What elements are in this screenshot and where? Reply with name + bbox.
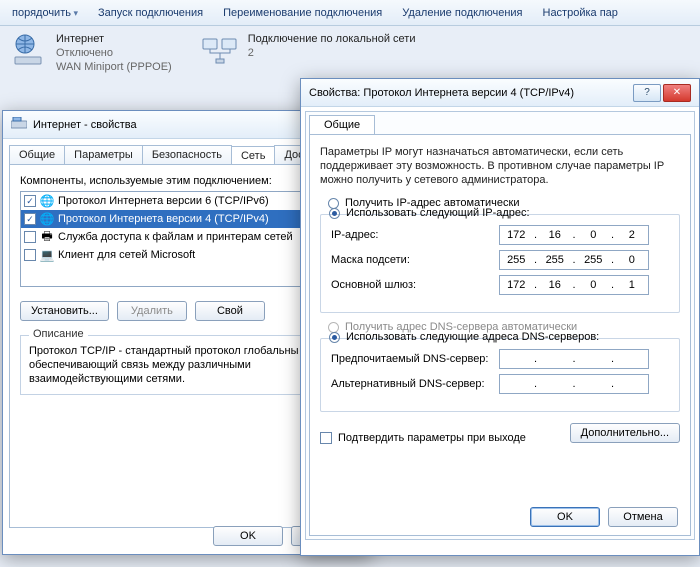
checkbox[interactable] xyxy=(24,249,36,261)
manual-dns-group: Использовать следующие адреса DNS-сервер… xyxy=(320,338,680,412)
manual-ip-group: Использовать следующий IP-адрес: IP-адре… xyxy=(320,214,680,313)
checkbox[interactable]: ✓ xyxy=(24,213,36,225)
radio-manual-ip[interactable]: Использовать следующий IP-адрес: xyxy=(329,207,669,219)
octet[interactable]: 255 xyxy=(502,254,530,266)
validate-on-exit[interactable]: Подтвердить параметры при выходе xyxy=(320,432,526,444)
radio-icon xyxy=(329,332,340,343)
radio-label: Использовать следующий IP-адрес: xyxy=(346,207,530,219)
tab-options[interactable]: Параметры xyxy=(64,145,143,164)
toolbar: порядочить Запуск подключения Переименов… xyxy=(0,0,700,26)
checkbox[interactable] xyxy=(24,231,36,243)
radio-label: Использовать следующие адреса DNS-сервер… xyxy=(346,331,599,343)
octet[interactable]: 0 xyxy=(618,254,646,266)
advanced-button[interactable]: Дополнительно... xyxy=(570,423,680,443)
remove-button: Удалить xyxy=(117,301,187,321)
octet[interactable]: 0 xyxy=(579,279,607,291)
checkbox[interactable] xyxy=(320,432,332,444)
globe-modem-icon xyxy=(10,32,46,68)
octet[interactable]: 255 xyxy=(579,254,607,266)
connection-internet[interactable]: Интернет Отключено WAN Miniport (PPPOE) xyxy=(10,32,172,90)
menu-configure[interactable]: Настройка пар xyxy=(535,7,626,19)
tab-general[interactable]: Общие xyxy=(9,145,65,164)
checkbox[interactable]: ✓ xyxy=(24,195,36,207)
connection-status: Отключено xyxy=(56,46,172,60)
component-properties-button[interactable]: Свой xyxy=(195,301,265,321)
connection-title: Подключение по локальной сети xyxy=(248,32,416,46)
checkbox-label: Подтвердить параметры при выходе xyxy=(338,432,526,444)
sharing-icon: 🖶 xyxy=(40,230,54,244)
connection-device: WAN Miniport (PPPOE) xyxy=(56,60,172,74)
connection-text: Подключение по локальной сети 2 xyxy=(248,32,416,60)
client-icon: 💻 xyxy=(40,248,54,262)
modem-icon xyxy=(11,117,27,132)
octet[interactable]: 172 xyxy=(502,229,530,241)
octet[interactable]: 16 xyxy=(541,229,569,241)
titlebar[interactable]: Свойства: Протокол Интернета версии 4 (T… xyxy=(301,79,699,107)
octet[interactable]: 255 xyxy=(541,254,569,266)
gateway-label: Основной шлюз: xyxy=(331,279,491,291)
connection-text: Интернет Отключено WAN Miniport (PPPOE) xyxy=(56,32,172,74)
close-button[interactable]: ✕ xyxy=(663,84,691,102)
protocol-icon: 🌐 xyxy=(40,212,54,226)
connection-status: 2 xyxy=(248,46,416,60)
menu-rename-connection[interactable]: Переименование подключения xyxy=(215,7,390,19)
protocol-icon: 🌐 xyxy=(40,194,54,208)
list-item-label: Протокол Интернета версии 6 (TCP/IPv6) xyxy=(58,195,269,207)
octet[interactable]: 2 xyxy=(618,229,646,241)
octet[interactable]: 172 xyxy=(502,279,530,291)
ok-button[interactable]: OK xyxy=(530,507,600,527)
description-text: Параметры IP могут назначаться автоматич… xyxy=(320,145,680,187)
install-button[interactable]: Установить... xyxy=(20,301,109,321)
alternate-dns-field[interactable]: . . . xyxy=(499,374,649,394)
tab-security[interactable]: Безопасность xyxy=(142,145,232,164)
ip-body: Параметры IP могут назначаться автоматич… xyxy=(309,134,691,536)
cancel-button[interactable]: Отмена xyxy=(608,507,678,527)
radio-manual-dns[interactable]: Использовать следующие адреса DNS-сервер… xyxy=(329,331,669,343)
preferred-dns-label: Предпочитаемый DNS-сервер: xyxy=(331,353,491,365)
ip-address-field[interactable]: 172. 16. 0. 2 xyxy=(499,225,649,245)
preferred-dns-field[interactable]: . . . xyxy=(499,349,649,369)
tab-general[interactable]: Общие xyxy=(309,115,375,134)
connection-title: Интернет xyxy=(56,32,172,46)
help-button[interactable]: ? xyxy=(633,84,661,102)
gateway-field[interactable]: 172. 16. 0. 1 xyxy=(499,275,649,295)
menu-start-connection[interactable]: Запуск подключения xyxy=(90,7,211,19)
ip-address-label: IP-адрес: xyxy=(331,229,491,241)
octet[interactable]: 16 xyxy=(541,279,569,291)
list-item-label: Служба доступа к файлам и принтерам сете… xyxy=(58,231,293,243)
alternate-dns-label: Альтернативный DNS-сервер: xyxy=(331,378,491,390)
menu-organize[interactable]: порядочить xyxy=(4,7,86,19)
radio-icon xyxy=(329,208,340,219)
subnet-mask-field[interactable]: 255. 255. 255. 0 xyxy=(499,250,649,270)
window-title: Свойства: Протокол Интернета версии 4 (T… xyxy=(309,87,633,99)
list-item-label: Клиент для сетей Microsoft xyxy=(58,249,195,261)
lan-icon xyxy=(202,32,238,68)
list-item-label: Протокол Интернета версии 4 (TCP/IPv4) xyxy=(58,213,269,225)
octet[interactable]: 0 xyxy=(579,229,607,241)
ipv4-properties-window: Свойства: Протокол Интернета версии 4 (T… xyxy=(300,78,700,556)
description-text: Протокол TCP/IP - стандартный протокол г… xyxy=(29,344,345,386)
ok-button[interactable]: OK xyxy=(213,526,283,546)
menu-delete-connection[interactable]: Удаление подключения xyxy=(394,7,530,19)
description-label: Описание xyxy=(29,328,88,340)
subnet-mask-label: Маска подсети: xyxy=(331,254,491,266)
octet[interactable]: 1 xyxy=(618,279,646,291)
tab-network[interactable]: Сеть xyxy=(231,146,275,165)
